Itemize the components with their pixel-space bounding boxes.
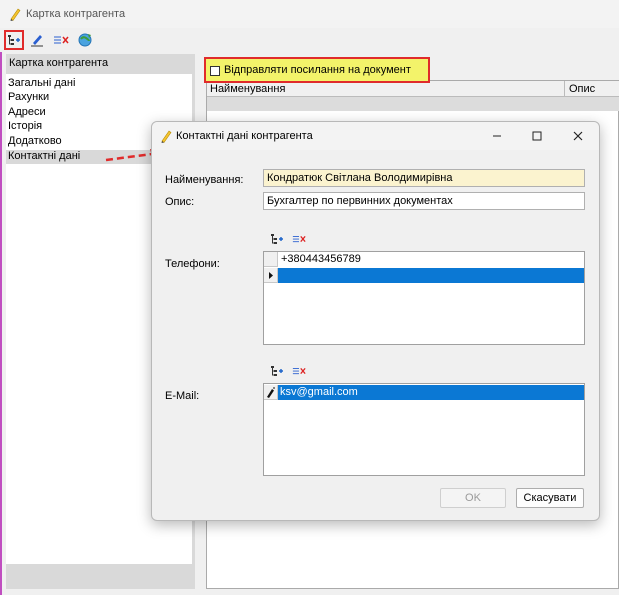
description-field[interactable]: Бухгалтер по первинних документах xyxy=(263,192,585,210)
grid-header: Найменування Опис xyxy=(207,81,619,97)
tree-add-icon[interactable] xyxy=(4,30,24,50)
window-title: Картка контрагента xyxy=(26,8,126,20)
phone-value[interactable]: +380443456789 xyxy=(281,253,361,265)
left-panel-header: Картка контрагента xyxy=(6,54,195,74)
delete-email-icon[interactable] xyxy=(292,365,306,377)
close-button[interactable] xyxy=(563,126,593,146)
cancel-button[interactable]: Скасувати xyxy=(516,488,584,508)
name-label: Найменування: xyxy=(165,174,244,186)
nav-item-accounts[interactable]: Рахунки xyxy=(8,91,49,105)
left-panel-title: Картка контрагента xyxy=(9,57,109,69)
dialog-title-bar: Контактні дані контрагента xyxy=(152,122,599,150)
new-phone-row[interactable] xyxy=(264,268,584,283)
nav-item-addresses[interactable]: Адреси xyxy=(8,106,46,120)
edit-row-indicator-icon xyxy=(264,385,278,400)
current-row-indicator xyxy=(264,268,278,283)
edit-pencil-icon[interactable] xyxy=(27,30,47,50)
window-title-bar: Картка контрагента xyxy=(0,0,619,28)
new-phone-cell[interactable] xyxy=(278,268,584,283)
email-label: E-Mail: xyxy=(165,390,200,402)
pencil-app-icon xyxy=(160,129,172,146)
email-row[interactable]: ksv@gmail.com xyxy=(264,385,584,400)
send-link-option[interactable]: Відправляти посилання на документ xyxy=(204,57,430,83)
column-header-name[interactable]: Найменування xyxy=(210,83,285,95)
pencil-app-icon xyxy=(9,7,21,24)
nav-item-general[interactable]: Загальні дані xyxy=(8,77,75,91)
column-divider xyxy=(564,81,565,97)
name-field[interactable]: Кондратюк Світлана Володимирівна xyxy=(263,169,585,187)
maximize-button[interactable] xyxy=(522,126,552,146)
main-toolbar xyxy=(0,28,619,52)
phone-row[interactable]: +380443456789 xyxy=(264,252,584,267)
add-phone-icon[interactable] xyxy=(270,233,284,245)
ok-button[interactable]: OK xyxy=(440,488,506,508)
minimize-button[interactable] xyxy=(482,126,512,146)
email-value[interactable]: ksv@gmail.com xyxy=(280,386,358,398)
contact-dialog: Контактні дані контрагента Найменування:… xyxy=(151,121,600,521)
emails-list[interactable]: ksv@gmail.com xyxy=(263,383,585,476)
phones-list[interactable]: +380443456789 xyxy=(263,251,585,345)
refresh-globe-icon[interactable] xyxy=(75,30,95,50)
window-edge-accent xyxy=(0,0,2,595)
column-header-description[interactable]: Опис xyxy=(569,83,595,95)
grid-row[interactable] xyxy=(207,97,619,111)
delete-phone-icon[interactable] xyxy=(292,233,306,245)
delete-row-icon[interactable] xyxy=(51,30,71,50)
nav-item-history[interactable]: Історія xyxy=(8,120,42,134)
add-email-icon[interactable] xyxy=(270,365,284,377)
description-label: Опис: xyxy=(165,196,195,208)
phones-label: Телефони: xyxy=(165,258,220,270)
send-link-checkbox[interactable] xyxy=(210,66,220,76)
email-cell[interactable]: ksv@gmail.com xyxy=(278,385,584,400)
send-link-label: Відправляти посилання на документ xyxy=(224,64,411,76)
nav-item-additional[interactable]: Додатково xyxy=(8,135,62,149)
dialog-title: Контактні дані контрагента xyxy=(176,130,313,142)
row-indicator xyxy=(264,252,278,267)
